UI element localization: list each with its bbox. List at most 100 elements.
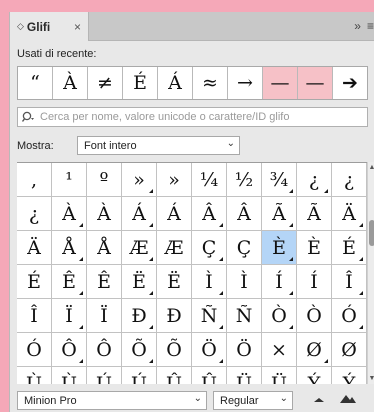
glyph-cell[interactable]: Õ — [122, 333, 157, 367]
alternates-indicator-icon[interactable] — [149, 359, 153, 363]
alternates-indicator-icon[interactable] — [289, 189, 293, 193]
alternates-indicator-icon[interactable] — [359, 257, 363, 261]
recent-glyph-cell[interactable]: Á — [158, 67, 193, 99]
glyph-cell[interactable]: , — [17, 163, 52, 197]
glyph-cell[interactable]: Æ — [157, 231, 192, 265]
close-tab-icon[interactable]: × — [74, 20, 81, 34]
alternates-indicator-icon[interactable] — [79, 223, 83, 227]
recent-glyph-cell[interactable]: — — [263, 67, 298, 99]
glyph-cell[interactable]: À — [52, 197, 87, 231]
alternates-indicator-icon[interactable] — [289, 325, 293, 329]
glyph-cell[interactable]: Í — [297, 265, 332, 299]
alternates-indicator-icon[interactable] — [219, 325, 223, 329]
show-dropdown[interactable]: Font intero ⌄ — [77, 136, 240, 155]
glyph-cell[interactable]: Ø — [332, 333, 367, 367]
glyph-cell[interactable]: × — [262, 333, 297, 367]
alternates-indicator-icon[interactable] — [149, 189, 153, 193]
glyph-cell[interactable]: Ç — [227, 231, 262, 265]
alternates-indicator-icon[interactable] — [289, 223, 293, 227]
glyph-cell[interactable]: º — [87, 163, 122, 197]
glyph-cell[interactable]: ½ — [227, 163, 262, 197]
panel-menu-icon[interactable]: ≡ — [367, 19, 374, 33]
glyph-cell[interactable]: Î — [17, 299, 52, 333]
glyph-cell[interactable]: » — [122, 163, 157, 197]
recent-glyph-cell[interactable]: ➔ — [333, 67, 367, 99]
glyph-cell[interactable]: Ù — [17, 367, 52, 385]
glyph-cell[interactable]: Ï — [87, 299, 122, 333]
alternates-indicator-icon[interactable] — [149, 223, 153, 227]
glyph-cell[interactable]: Û — [192, 367, 227, 385]
glyph-cell[interactable]: Ë — [122, 265, 157, 299]
glyph-cell[interactable]: Ñ — [192, 299, 227, 333]
glyph-cell[interactable]: Ó — [17, 333, 52, 367]
alternates-indicator-icon[interactable] — [219, 257, 223, 261]
glyph-cell[interactable]: Ü — [262, 367, 297, 385]
alternates-indicator-icon[interactable] — [324, 359, 328, 363]
alternates-indicator-icon[interactable] — [219, 291, 223, 295]
alternates-indicator-icon[interactable] — [359, 291, 363, 295]
glyph-cell[interactable]: Ö — [227, 333, 262, 367]
zoom-out-icon[interactable] — [312, 394, 326, 404]
alternates-indicator-icon[interactable] — [359, 325, 363, 329]
glyph-cell[interactable]: Ã — [262, 197, 297, 231]
recent-glyph-cell[interactable]: “ — [18, 67, 53, 99]
glyph-cell[interactable]: ¿ — [297, 163, 332, 197]
alternates-indicator-icon[interactable] — [149, 325, 153, 329]
glyph-cell[interactable]: ¿ — [17, 197, 52, 231]
glyph-cell[interactable]: Ì — [192, 265, 227, 299]
glyph-cell[interactable]: Á — [122, 197, 157, 231]
glyph-cell[interactable]: ¾ — [262, 163, 297, 197]
glyphs-tab[interactable]: ◇ Glifi × — [10, 12, 89, 41]
glyph-cell[interactable]: Å — [52, 231, 87, 265]
glyph-cell[interactable]: Ó — [332, 299, 367, 333]
panel-collapse-icon[interactable]: ◇ — [17, 21, 24, 32]
glyph-cell[interactable]: Í — [262, 265, 297, 299]
glyph-cell[interactable]: Ô — [52, 333, 87, 367]
glyph-cell[interactable]: Î — [332, 265, 367, 299]
glyph-cell[interactable]: » — [157, 163, 192, 197]
glyph-cell[interactable]: Ú — [87, 367, 122, 385]
glyph-cell[interactable]: Ò — [297, 299, 332, 333]
glyph-cell[interactable]: Å — [87, 231, 122, 265]
alternates-indicator-icon[interactable] — [219, 359, 223, 363]
glyph-cell[interactable]: È — [297, 231, 332, 265]
glyph-cell[interactable]: Ç — [192, 231, 227, 265]
alternates-indicator-icon[interactable] — [79, 359, 83, 363]
zoom-in-icon[interactable] — [339, 392, 357, 404]
glyph-cell[interactable]: Â — [227, 197, 262, 231]
glyph-cell[interactable]: Û — [157, 367, 192, 385]
alternates-indicator-icon[interactable] — [289, 291, 293, 295]
glyph-search-field[interactable] — [17, 107, 368, 127]
glyph-cell[interactable]: Â — [192, 197, 227, 231]
glyph-cell[interactable]: Ä — [17, 231, 52, 265]
scroll-down-icon[interactable]: ▼ — [368, 375, 374, 382]
alternates-indicator-icon[interactable] — [79, 325, 83, 329]
scrollbar-thumb[interactable] — [369, 220, 374, 246]
search-input[interactable] — [36, 111, 367, 123]
glyph-cell[interactable]: ¹ — [52, 163, 87, 197]
glyph-cell[interactable]: É — [332, 231, 367, 265]
glyph-cell[interactable]: À — [87, 197, 122, 231]
scroll-up-icon[interactable]: ▲ — [368, 164, 374, 171]
recent-glyph-cell[interactable]: À — [53, 67, 88, 99]
alternates-indicator-icon[interactable] — [359, 223, 363, 227]
glyph-cell[interactable]: Ð — [122, 299, 157, 333]
glyph-cell[interactable]: Ø — [297, 333, 332, 367]
search-icon[interactable] — [22, 111, 36, 123]
glyph-cell[interactable]: Ö — [192, 333, 227, 367]
recent-glyph-cell[interactable]: — — [298, 67, 333, 99]
glyph-cell[interactable]: Á — [157, 197, 192, 231]
recent-glyph-cell[interactable]: É — [123, 67, 158, 99]
font-family-dropdown[interactable]: Minion Pro ⌄ — [17, 391, 207, 410]
alternates-indicator-icon[interactable] — [149, 291, 153, 295]
glyph-cell[interactable]: ¼ — [192, 163, 227, 197]
glyph-grid-scrollbar[interactable]: ▲ ▼ — [367, 162, 374, 384]
glyph-cell[interactable]: Ê — [87, 265, 122, 299]
recent-glyph-cell[interactable]: ≈ — [193, 67, 228, 99]
glyph-cell[interactable]: Õ — [157, 333, 192, 367]
alternates-indicator-icon[interactable] — [79, 291, 83, 295]
glyph-cell[interactable]: È — [262, 231, 297, 265]
glyph-cell[interactable]: Ù — [52, 367, 87, 385]
alternates-indicator-icon[interactable] — [324, 189, 328, 193]
glyph-cell[interactable]: Ô — [87, 333, 122, 367]
